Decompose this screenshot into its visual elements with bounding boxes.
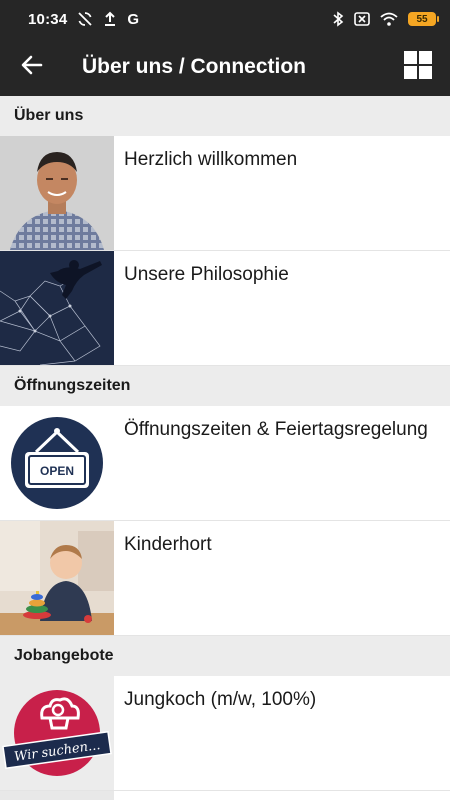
list-item-partial[interactable]: [0, 791, 450, 800]
list-item-jungkoch[interactable]: Wir suchen... Jungkoch (m/w, 100%): [0, 676, 450, 791]
page-title: Über uns / Connection: [82, 55, 307, 78]
list-item-label: Jungkoch (m/w, 100%): [124, 689, 317, 710]
list-item-herzlich-willkommen[interactable]: Herzlich willkommen: [0, 136, 450, 251]
list-item-label: Kinderhort: [124, 534, 212, 555]
section-header-oeffnungszeiten: Öffnungszeiten: [0, 366, 450, 406]
google-icon: G: [127, 10, 140, 28]
status-time: 10:34: [28, 10, 68, 28]
grid-view-icon: [404, 50, 432, 84]
child-playing-photo: [0, 521, 114, 635]
wifi-icon: [380, 12, 398, 26]
list-item-unsere-philosophie[interactable]: Unsere Philosophie: [0, 251, 450, 366]
back-button[interactable]: [0, 38, 64, 96]
wir-suchen-badge: Wir suchen...: [0, 676, 114, 790]
status-bar-left: 10:34 G: [28, 11, 139, 28]
battery-icon: 55: [408, 12, 439, 26]
no-sim-icon: [354, 12, 370, 26]
section-header-jobangebote: Jobangebote: [0, 636, 450, 676]
list-item-label: Öffnungszeiten & Feiertagsregelung: [124, 419, 428, 440]
section-header-ueber-uns: Über uns: [0, 96, 450, 136]
open-sign-text: OPEN: [40, 464, 74, 478]
list-item-kinderhort[interactable]: Kinderhort: [0, 521, 450, 636]
list-item-label: Unsere Philosophie: [124, 264, 289, 285]
grid-view-button[interactable]: [386, 38, 450, 96]
sync-off-icon: [77, 11, 93, 27]
portrait-photo: [0, 136, 114, 250]
content-list[interactable]: Über uns Herzlich willkommen Unsere Phil…: [0, 96, 450, 800]
list-item-label: Herzlich willkommen: [124, 149, 298, 170]
upload-icon: [103, 11, 117, 27]
open-sign-icon: OPEN: [0, 406, 114, 520]
status-bar: 10:34 G 55: [0, 0, 450, 38]
bluetooth-icon: [332, 11, 344, 27]
app-bar: Über uns / Connection: [0, 38, 450, 96]
list-item-oeffnungszeiten-feiertagsregelung[interactable]: OPEN Öffnungszeiten & Feiertagsregelung: [0, 406, 450, 521]
partial-thumbnail: [0, 791, 114, 800]
status-bar-right: 55: [332, 11, 439, 27]
arrow-back-icon: [21, 55, 43, 80]
dancer-network-photo: [0, 251, 114, 365]
